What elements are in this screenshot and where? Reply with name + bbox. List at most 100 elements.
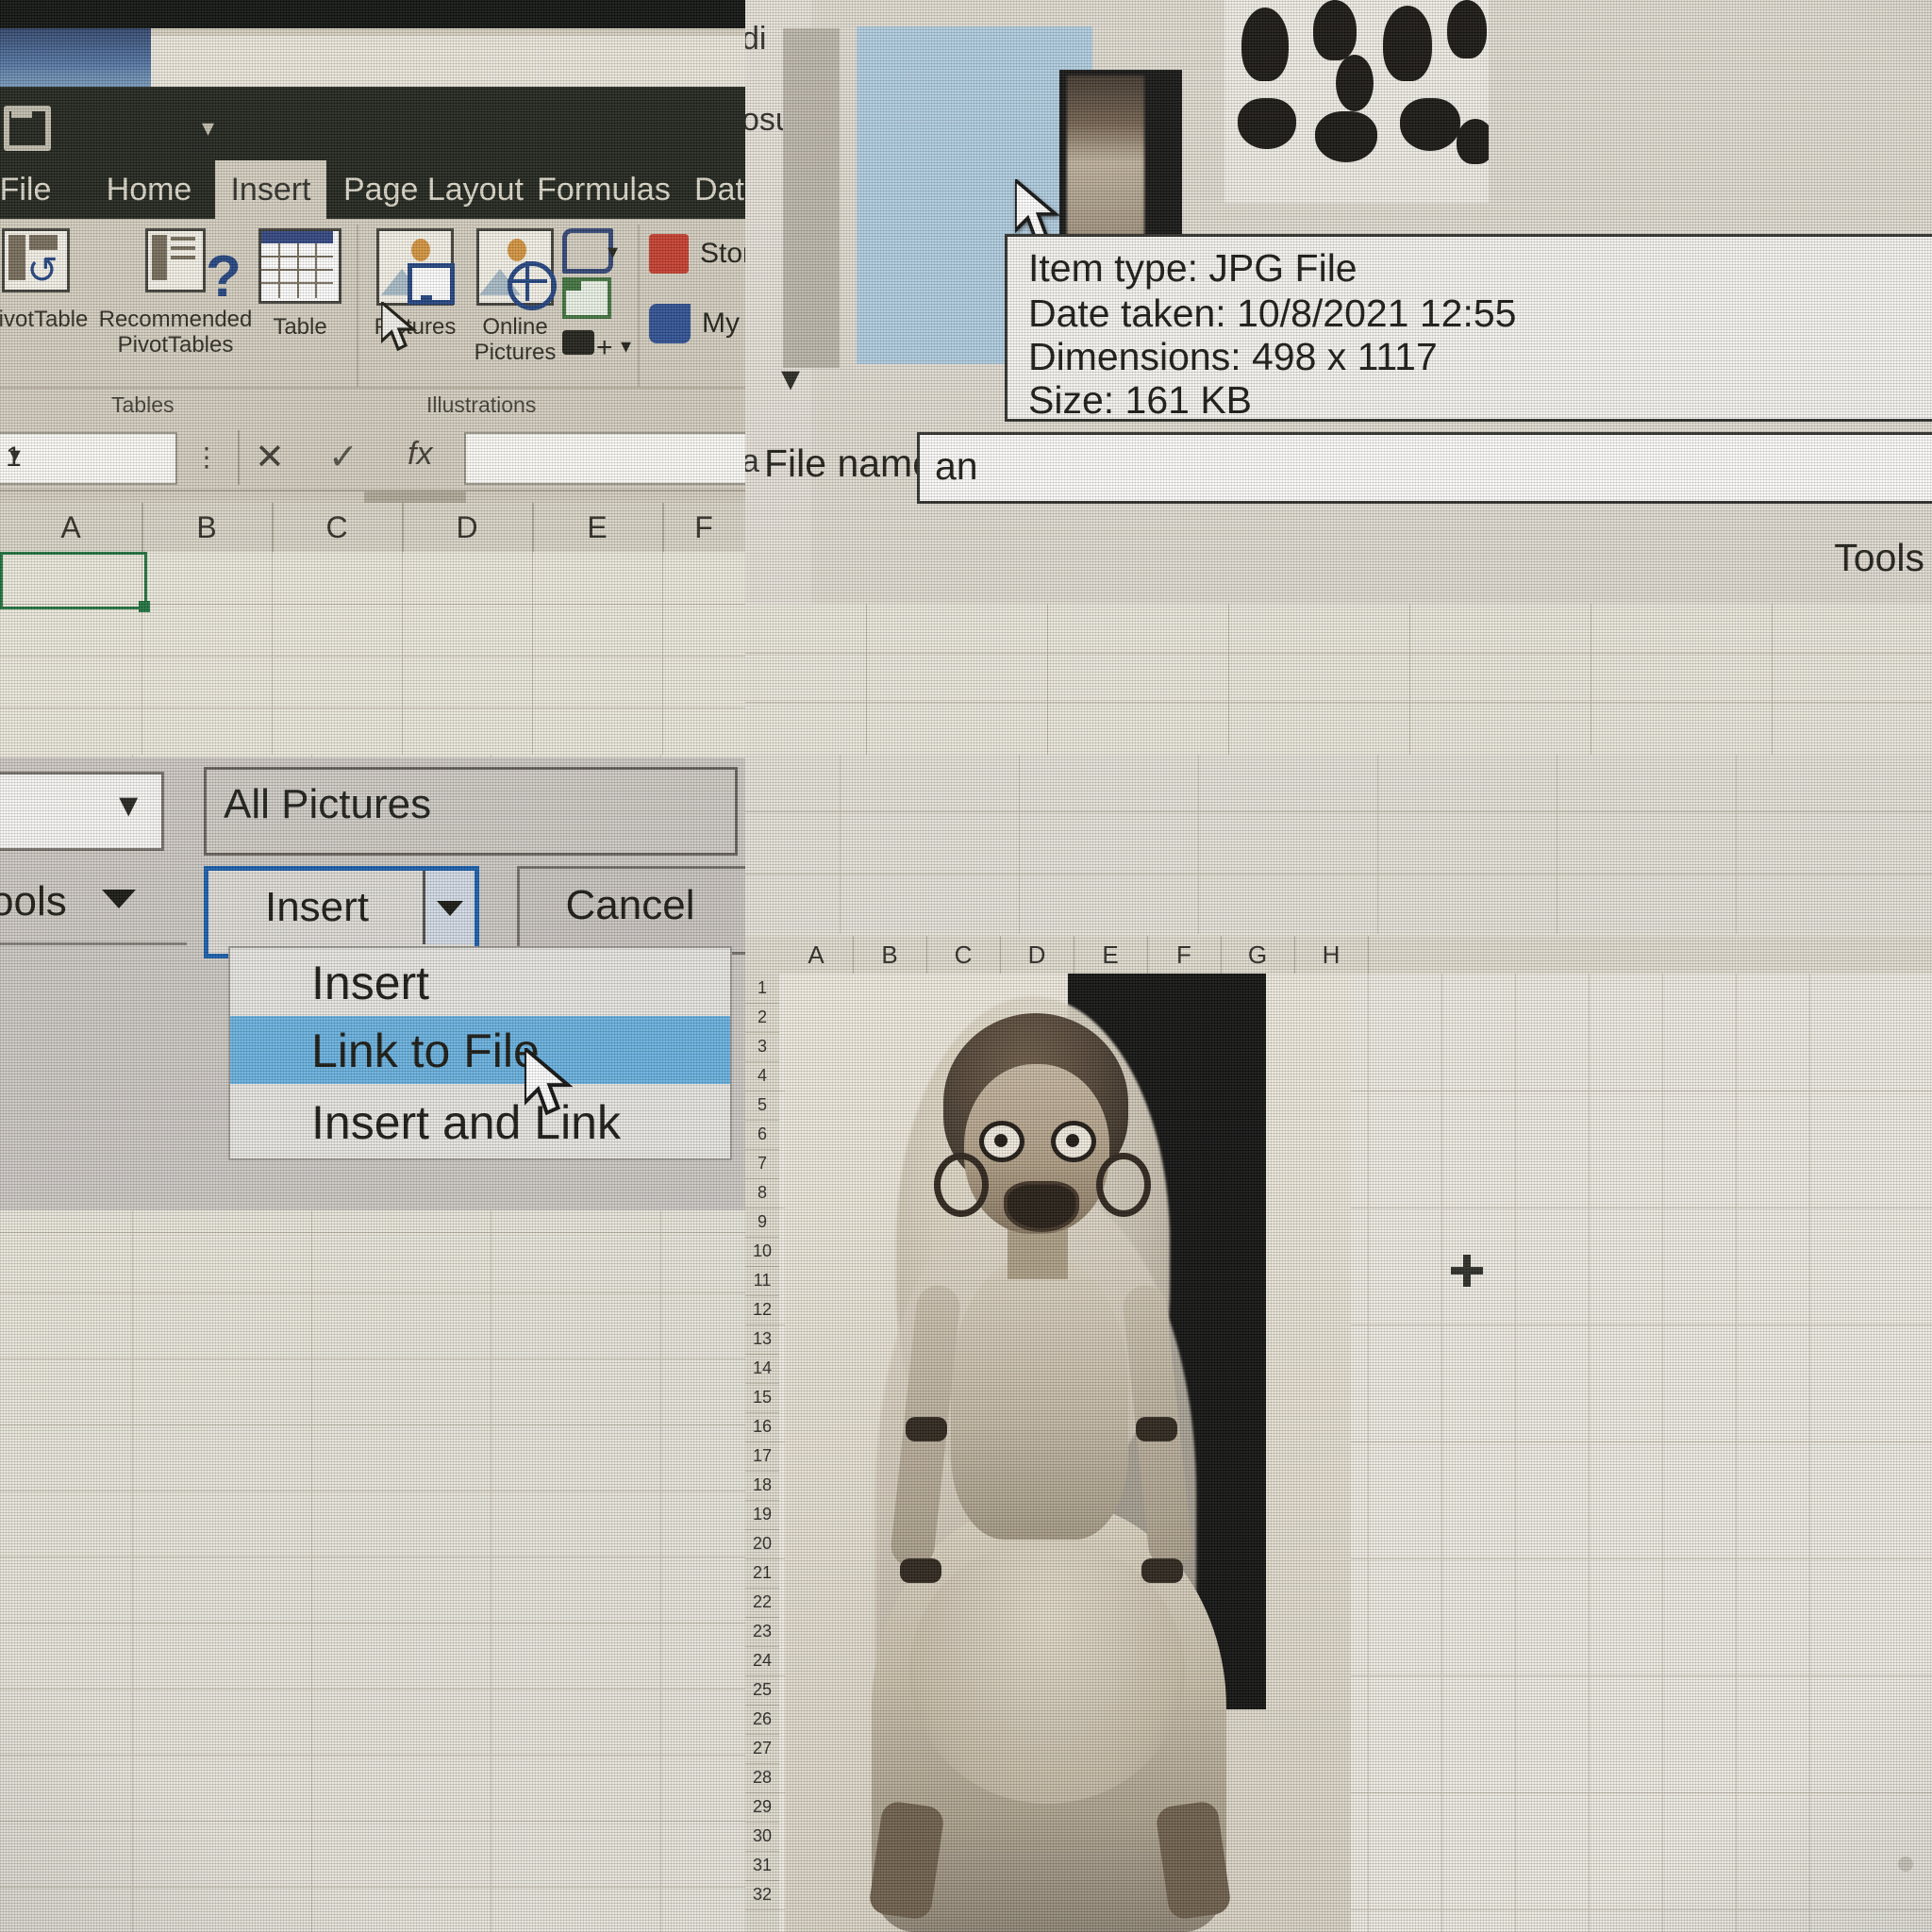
formula-input[interactable] [464, 432, 745, 485]
insert-picture-dialog-panel: di osu a ▾ Item type: JPG File Date take… [745, 0, 1932, 755]
tab-data-label: Data [694, 172, 745, 208]
row-header-26[interactable]: 26 [745, 1705, 779, 1735]
row-header-2[interactable]: 2 [745, 1003, 779, 1033]
tab-insert[interactable]: Insert [215, 160, 326, 219]
row-header-column: 1 2 3 4 5 6 7 8 9 10 11 12 13 14 15 16 17 18 19 20 21 22 23 24 2… [745, 974, 781, 1932]
row-header-15[interactable]: 15 [745, 1383, 779, 1413]
chevron-down-icon[interactable]: ▾ [781, 357, 800, 400]
row-header-22[interactable]: 22 [745, 1588, 779, 1618]
divider [0, 942, 187, 945]
menu-item-link-to-file[interactable]: Link to File [230, 1016, 730, 1084]
row-header-30[interactable]: 30 [745, 1822, 779, 1852]
row-header-10[interactable]: 10 [745, 1237, 779, 1267]
thumbnail-pattern-image[interactable] [1224, 0, 1489, 203]
tab-data[interactable]: Data [694, 160, 745, 219]
name-box[interactable]: 1 ▼ [0, 432, 177, 485]
chevron-down-icon[interactable]: ▼ [112, 788, 144, 824]
row-header-28[interactable]: 28 [745, 1763, 779, 1793]
excel-ribbon-panel: ▾ File Home Insert Page Layout Formulas … [0, 0, 745, 755]
ribbon-button-table[interactable]: Table [238, 228, 362, 341]
row-header-29[interactable]: 29 [745, 1792, 779, 1823]
column-header-e[interactable]: E [1074, 936, 1148, 974]
row-header-19[interactable]: 19 [745, 1500, 779, 1530]
chevron-down-icon[interactable]: ▼ [6, 445, 162, 467]
monitor-photo: ▾ File Home Insert Page Layout Formulas … [0, 0, 1932, 1932]
tab-home[interactable]: Home [91, 160, 208, 219]
ribbon-button-online-pictures[interactable]: Online Pictures [458, 228, 572, 366]
row-header-13[interactable]: 13 [745, 1324, 779, 1355]
row-header-23[interactable]: 23 [745, 1617, 779, 1647]
cancel-button[interactable]: Cancel [517, 866, 745, 955]
column-header-d[interactable]: D [402, 503, 534, 552]
row-header-20[interactable]: 20 [745, 1529, 779, 1559]
insert-split-dropdown[interactable] [423, 871, 475, 944]
insert-button-label: Insert [264, 884, 370, 930]
row-header-3[interactable]: 3 [745, 1032, 779, 1062]
column-header-a[interactable]: A [779, 936, 854, 974]
column-header-d[interactable]: D [1000, 936, 1074, 974]
inserted-image-doll[interactable] [785, 974, 1351, 1932]
tab-insert-label: Insert [230, 172, 311, 208]
menu-item-insert[interactable]: Insert [230, 948, 730, 1016]
fx-icon[interactable]: fx [408, 436, 432, 473]
menu-item-insert-and-link[interactable]: Insert and Link [230, 1088, 730, 1156]
ribbon-button-pivottable[interactable]: ↺ PivotTable [0, 228, 92, 333]
window-title-bar [151, 36, 745, 91]
scrollbar-track[interactable] [783, 28, 840, 368]
more-options-icon[interactable]: ⋮ [193, 441, 220, 473]
column-header-e[interactable]: E [532, 503, 664, 552]
row-header-32[interactable]: 32 [745, 1880, 779, 1910]
row-header-27[interactable]: 27 [745, 1734, 779, 1764]
row-header-17[interactable]: 17 [745, 1441, 779, 1472]
file-name-value: an [935, 444, 978, 488]
column-header-h[interactable]: H [1294, 936, 1369, 974]
insert-dropdown-panel: ▼ All Pictures Tools Insert Cancel Inser… [0, 755, 745, 1932]
row-header-6[interactable]: 6 [745, 1120, 779, 1150]
chevron-down-icon[interactable]: ▾ [202, 113, 214, 142]
screen-bezel-top [0, 0, 745, 28]
tab-file[interactable]: File [0, 160, 66, 219]
file-name-combo[interactable]: ▼ [0, 772, 164, 851]
file-info-tooltip: Item type: JPG File Date taken: 10/8/202… [1005, 234, 1932, 422]
row-header-31[interactable]: 31 [745, 1851, 779, 1881]
row-header-24[interactable]: 24 [745, 1646, 779, 1676]
column-header-f[interactable]: F [662, 503, 745, 552]
column-header-a[interactable]: A [0, 503, 143, 552]
file-type-filter[interactable]: All Pictures [204, 767, 738, 856]
tooltip-line-date-taken: Date taken: 10/8/2021 12:55 [1028, 291, 1517, 335]
tools-button[interactable]: Tools [0, 869, 164, 946]
row-header-9[interactable]: 9 [745, 1208, 779, 1238]
row-header-1[interactable]: 1 [745, 974, 779, 1004]
row-header-5[interactable]: 5 [745, 1091, 779, 1121]
column-header-g[interactable]: G [1221, 936, 1295, 974]
column-header-c[interactable]: C [926, 936, 1001, 974]
ribbon-button-table-label: Table [273, 314, 327, 340]
insert-button[interactable]: Insert [204, 866, 479, 958]
row-header-25[interactable]: 25 [745, 1675, 779, 1706]
tools-button-top[interactable]: Tools [1834, 536, 1924, 580]
tab-formulas[interactable]: Formulas [528, 160, 679, 219]
column-header-c[interactable]: C [272, 503, 404, 552]
column-header-b[interactable]: B [853, 936, 927, 974]
row-header-16[interactable]: 16 [745, 1412, 779, 1442]
row-header-21[interactable]: 21 [745, 1558, 779, 1589]
question-mark-icon: ? [206, 244, 242, 309]
table-icon [258, 228, 341, 304]
row-header-7[interactable]: 7 [745, 1149, 779, 1179]
column-header-f[interactable]: F [1147, 936, 1222, 974]
row-header-11[interactable]: 11 [745, 1266, 779, 1296]
row-header-4[interactable]: 4 [745, 1061, 779, 1091]
row-header-14[interactable]: 14 [745, 1354, 779, 1384]
check-icon[interactable]: ✓ [328, 436, 358, 478]
close-icon[interactable]: ✕ [255, 436, 285, 478]
file-name-input[interactable]: an [917, 432, 1932, 504]
tools-row: Tools [745, 528, 1932, 604]
worksheet-grid-right[interactable] [779, 974, 1932, 1932]
row-header-8[interactable]: 8 [745, 1178, 779, 1208]
row-header-18[interactable]: 18 [745, 1471, 779, 1501]
tab-page-layout[interactable]: Page Layout [343, 160, 524, 219]
selected-cell-a1[interactable] [0, 552, 150, 612]
save-icon[interactable] [2, 102, 51, 151]
row-header-12[interactable]: 12 [745, 1295, 779, 1325]
column-header-b[interactable]: B [142, 503, 274, 552]
